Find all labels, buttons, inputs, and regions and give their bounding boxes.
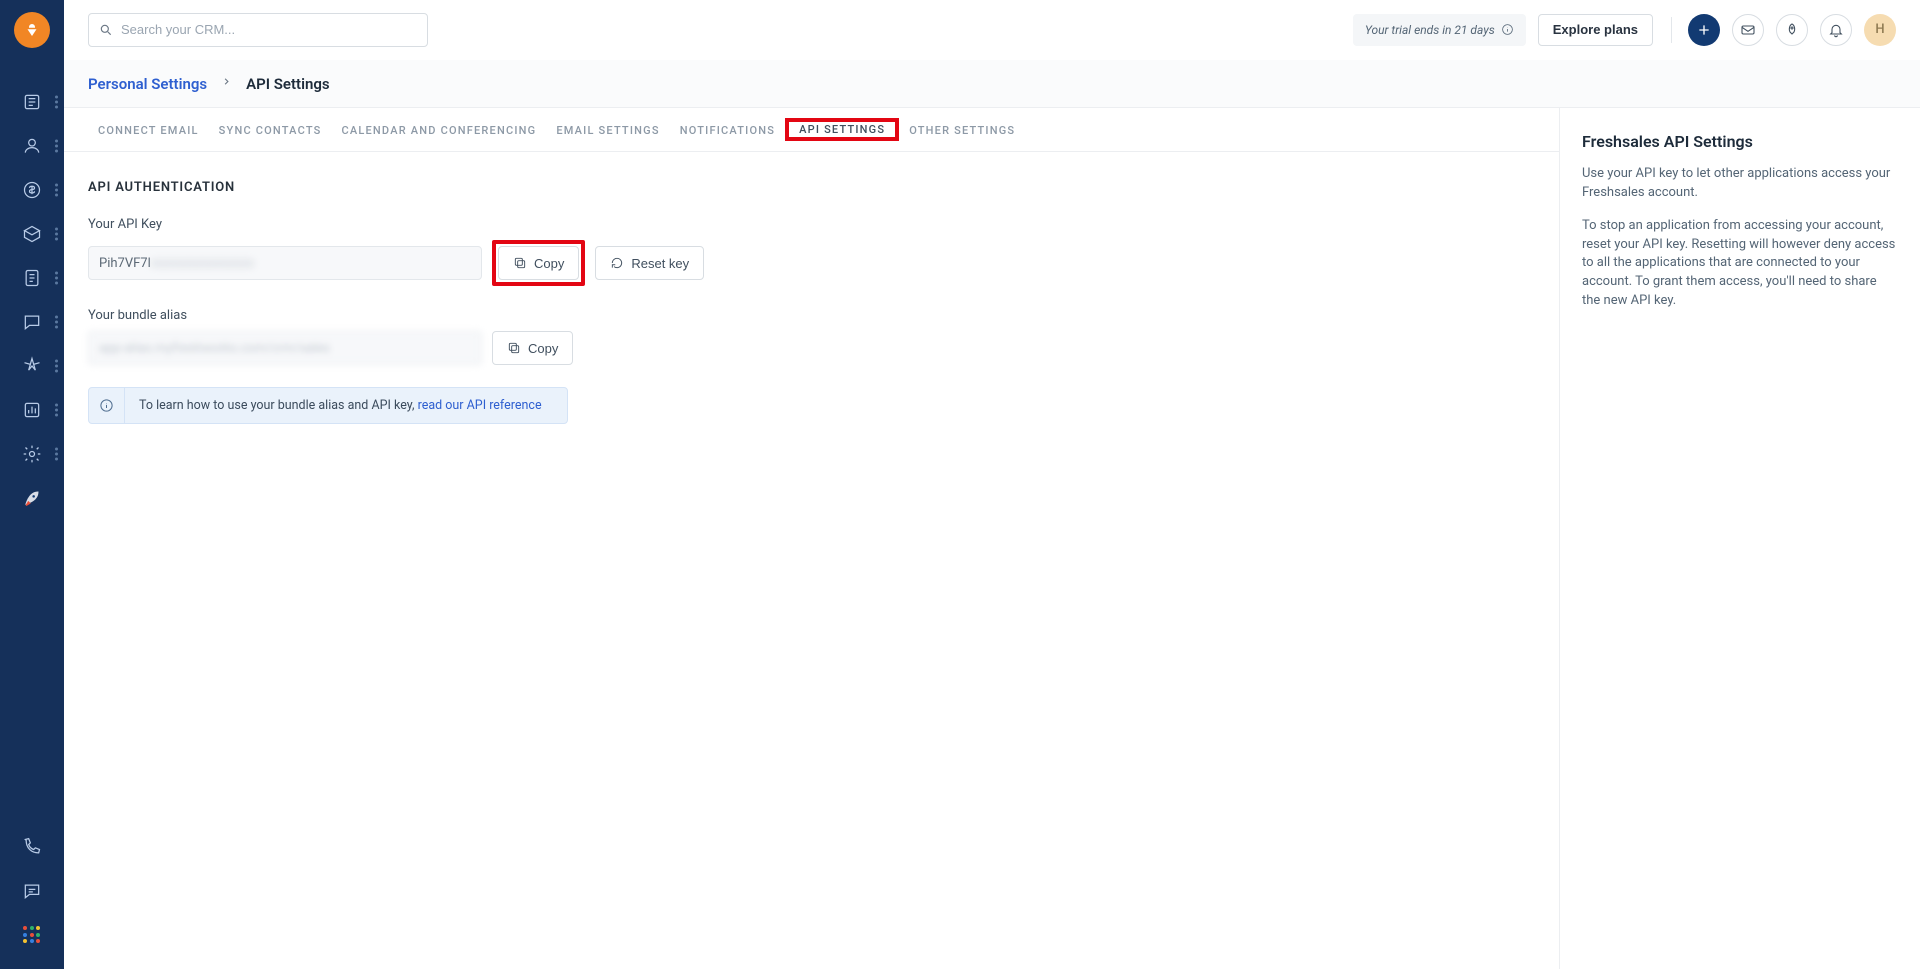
tabs-row: CONNECT EMAILSYNC CONTACTSCALENDAR AND C… — [64, 108, 1559, 152]
tab-notifications[interactable]: NOTIFICATIONS — [670, 108, 785, 151]
brand-logo[interactable] — [14, 12, 50, 48]
explore-plans-button[interactable]: Explore plans — [1538, 14, 1653, 46]
tab-sync-contacts[interactable]: SYNC CONTACTS — [209, 108, 332, 151]
nav-analytics[interactable] — [0, 388, 64, 432]
plus-icon — [1696, 22, 1712, 38]
mail-icon — [1740, 22, 1756, 38]
trial-notice: Your trial ends in 21 days — [1353, 14, 1526, 46]
copy-icon — [507, 341, 521, 355]
api-key-label: Your API Key — [88, 217, 760, 232]
search-icon — [99, 23, 113, 37]
side-panel: Freshsales API Settings Use your API key… — [1560, 108, 1920, 969]
nav-activities[interactable] — [0, 344, 64, 388]
divider — [1671, 17, 1672, 43]
side-panel-p2: To stop an application from accessing yo… — [1582, 217, 1896, 311]
breadcrumb-parent[interactable]: Personal Settings — [88, 75, 207, 93]
nav-products[interactable] — [0, 212, 64, 256]
chevron-right-icon — [221, 76, 232, 91]
nav-phone[interactable] — [0, 825, 64, 869]
nav-chat[interactable] — [0, 869, 64, 913]
left-nav — [0, 0, 64, 969]
search-box[interactable] — [88, 13, 428, 47]
nav-settings[interactable] — [0, 432, 64, 476]
copy-icon — [513, 256, 527, 270]
info-icon — [89, 388, 125, 423]
nav-deals[interactable] — [0, 168, 64, 212]
copy-alias-button[interactable]: Copy — [492, 331, 573, 365]
copy-api-key-button[interactable]: Copy — [498, 246, 579, 280]
search-input[interactable] — [121, 22, 417, 37]
avatar[interactable]: H — [1864, 14, 1896, 46]
api-key-value: Pih7VF7lxxxxxxxxxxxxxxxx — [88, 246, 482, 280]
section-heading: API AUTHENTICATION — [88, 180, 760, 195]
reset-key-button[interactable]: Reset key — [595, 246, 704, 280]
bundle-alias-value: app-alias.myfreshworks.com/crm/sales — [88, 331, 482, 365]
nav-conversations[interactable] — [0, 300, 64, 344]
tab-email-settings[interactable]: EMAIL SETTINGS — [546, 108, 669, 151]
bell-icon — [1828, 22, 1844, 38]
trial-text: Your trial ends in 21 days — [1365, 23, 1495, 37]
whats-new-button[interactable] — [1776, 14, 1808, 46]
info-text: To learn how to use your bundle alias an… — [139, 398, 418, 413]
tab-api-settings[interactable]: API SETTINGS — [789, 107, 895, 150]
api-reference-link[interactable]: read our API reference — [418, 398, 542, 413]
tab-other-settings[interactable]: OTHER SETTINGS — [899, 108, 1025, 151]
rocket-icon — [1784, 22, 1800, 38]
nav-launch[interactable] — [0, 476, 64, 520]
reset-icon — [610, 256, 624, 270]
side-panel-p1: Use your API key to let other applicatio… — [1582, 165, 1896, 203]
info-banner: To learn how to use your bundle alias an… — [88, 387, 568, 424]
tab-highlight: API SETTINGS — [785, 118, 899, 141]
nav-dashboard[interactable] — [0, 80, 64, 124]
add-button[interactable] — [1688, 14, 1720, 46]
nav-tasks[interactable] — [0, 256, 64, 300]
mail-button[interactable] — [1732, 14, 1764, 46]
breadcrumb-current: API Settings — [246, 75, 330, 93]
notifications-button[interactable] — [1820, 14, 1852, 46]
side-panel-title: Freshsales API Settings — [1582, 132, 1896, 151]
copy-highlight: Copy — [492, 240, 585, 286]
bundle-alias-label: Your bundle alias — [88, 308, 760, 323]
topbar: Your trial ends in 21 days Explore plans… — [64, 0, 1920, 60]
info-icon — [1501, 23, 1514, 36]
tab-connect-email[interactable]: CONNECT EMAIL — [88, 108, 209, 151]
breadcrumb: Personal Settings API Settings — [64, 60, 1920, 108]
nav-apps[interactable] — [0, 913, 64, 957]
tab-calendar-and-conferencing[interactable]: CALENDAR AND CONFERENCING — [332, 108, 547, 151]
nav-contacts[interactable] — [0, 124, 64, 168]
